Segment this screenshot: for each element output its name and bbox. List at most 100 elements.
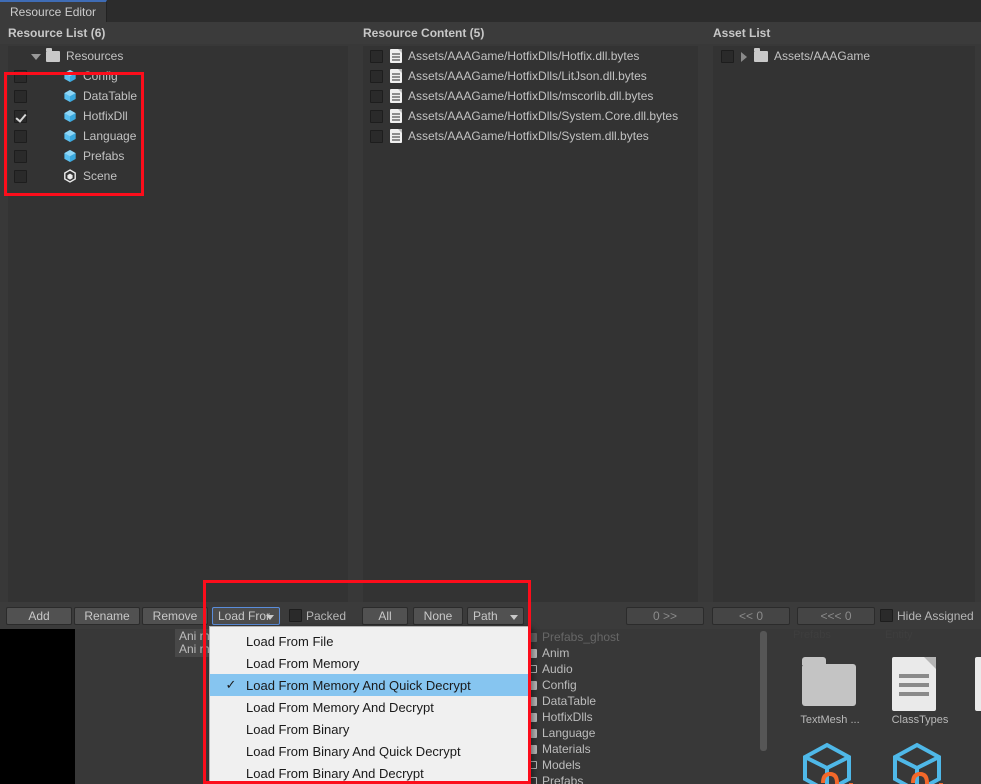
menu-item-load-from[interactable]: Load From Binary [210,718,530,740]
thumbnail-label-classtypes: ClassTypes [891,714,949,726]
menu-item-load-from[interactable]: Load From File [210,630,530,652]
document-icon [892,657,936,711]
project-tree-row[interactable]: HotfixDlls [525,709,775,725]
resource-list-checkbox[interactable] [14,149,27,163]
hide-assigned-label: Hide Assigned [897,609,974,623]
remove-button-label: Remove [152,609,198,623]
menu-item-load-from[interactable]: ✓ Load From Memory And Quick Decrypt [210,674,530,696]
packed-label: Packed [306,609,347,623]
resource-content-row[interactable]: Assets/AAAGame/HotfixDlls/mscorlib.dll.b… [363,86,698,106]
resource-list-row[interactable]: Language [8,126,348,146]
menu-item-load-from[interactable]: Load From Memory [210,652,530,674]
chevron-down-icon [510,615,518,620]
back-page-button[interactable]: << 0 [712,607,790,625]
resource-content-row[interactable]: Assets/AAAGame/HotfixDlls/Hotfix.dll.byt… [363,46,698,66]
menu-item-label: Load From Memory And Quick Decrypt [246,677,471,693]
project-tree-row-label: Materials [542,742,591,756]
none-button-label: None [423,609,453,623]
resource-list-checkbox[interactable] [14,169,27,183]
project-tree-row-label: HotfixDlls [542,710,593,724]
menu-item-label: Load From Binary And Decrypt [246,765,424,781]
project-tree-row[interactable]: Config [525,677,775,693]
thumbnail-folder-icon[interactable] [802,657,856,706]
resource-content-row[interactable]: Assets/AAAGame/HotfixDlls/LitJson.dll.by… [363,66,698,86]
resource-content-checkbox[interactable] [370,89,383,103]
project-view-scrollbar[interactable] [760,631,767,751]
load-from-dropdown-menu[interactable]: Load From File Load From Memory ✓ Load From… [209,626,531,784]
resource-editor-window: Resource Editor Resource List (6) Resour… [0,0,981,784]
menu-item-load-from[interactable]: Load From Binary And Decrypt [210,762,530,784]
prefab-icon [63,149,77,163]
project-tree-row[interactable]: Language [525,725,775,741]
resource-list-checkbox[interactable] [14,109,27,123]
project-tree-row[interactable]: DataTable [525,693,775,709]
ghost-header-2: Entity [885,629,913,641]
resource-list-row[interactable]: DataTable [8,86,348,106]
resource-content-row[interactable]: Assets/AAAGame/HotfixDlls/System.Core.dl… [363,106,698,126]
resource-list-panel[interactable]: Resources Config DataTable HotfixDll Langua… [8,46,348,602]
file-icon [390,109,402,123]
thumbnail-document-icon-partial[interactable] [975,657,981,711]
asset-list-checkbox[interactable] [721,49,734,63]
resource-list-checkbox[interactable] [14,129,27,143]
path-dropdown[interactable]: Path [467,607,524,625]
resource-list-checkbox[interactable] [14,69,27,83]
resource-list-row[interactable]: Scene [8,166,348,186]
resource-content-row[interactable]: Assets/AAAGame/HotfixDlls/System.dll.byt… [363,126,698,146]
resource-list-checkbox[interactable] [14,89,27,103]
path-dropdown-label: Path [473,609,498,623]
hide-assigned-checkbox[interactable] [880,609,893,622]
prefab-icon [63,109,77,123]
menu-item-load-from[interactable]: Load From Binary And Quick Decrypt [210,740,530,762]
project-tree-row[interactable]: Prefabs_ghost [525,629,775,645]
rename-button[interactable]: Rename [74,607,140,625]
thumbnail-document-icon[interactable] [892,657,936,711]
project-tree-row[interactable]: Anim [525,645,775,661]
tree-root-label: Resources [66,49,124,63]
project-tree-row[interactable]: Materials [525,741,775,757]
back-all-page-button[interactable]: <<< 0 [797,607,875,625]
chevron-down-icon[interactable] [30,51,41,62]
resource-content-row-label: Assets/AAAGame/HotfixDlls/LitJson.dll.by… [408,69,647,83]
resource-content-checkbox[interactable] [370,109,383,123]
project-tree-row-label: DataTable [542,694,597,708]
resource-content-checkbox[interactable] [370,49,383,63]
project-tree-row[interactable]: Audio [525,661,775,677]
resource-list-row[interactable]: HotfixDll [8,106,348,126]
asset-list-panel[interactable]: Assets/AAAGame [713,46,975,602]
menu-item-label: Load From Memory And Decrypt [246,699,434,715]
forward-page-label: 0 >> [652,609,678,623]
packed-checkbox[interactable] [289,609,302,622]
resource-list-row[interactable]: Config [8,66,348,86]
asset-list-items: Assets/AAAGame [713,46,975,66]
load-from-dropdown[interactable]: Load Fror [212,607,280,625]
tree-row-root[interactable]: Resources [8,46,348,66]
tab-resource-editor[interactable]: Resource Editor [0,0,108,22]
project-tree-row[interactable]: Prefabs [525,773,775,784]
none-button[interactable]: None [413,607,463,625]
project-tree-row-label: Models [542,758,581,772]
resource-content-panel[interactable]: Assets/AAAGame/HotfixDlls/Hotfix.dll.byt… [363,46,698,602]
resource-list-row-label: Scene [83,169,118,183]
chevron-right-icon[interactable] [738,51,749,62]
rename-button-label: Rename [84,609,130,623]
asset-list-row[interactable]: Assets/AAAGame [713,46,975,66]
resource-list-row-label: Language [83,129,137,143]
project-tree-row-label: Audio [542,662,573,676]
unity-scene-icon [63,169,77,183]
add-button[interactable]: Add [6,607,72,625]
project-tree-row[interactable]: Models [525,757,775,773]
menu-item-load-from[interactable]: Load From Memory And Decrypt [210,696,530,718]
file-icon [390,49,402,63]
all-button[interactable]: All [362,607,408,625]
forward-page-button[interactable]: 0 >> [626,607,704,625]
resource-list-row[interactable]: Prefabs [8,146,348,166]
resource-content-checkbox[interactable] [370,129,383,143]
resource-content-checkbox[interactable] [370,69,383,83]
resource-content-header-label: Resource Content (5) [363,26,485,40]
remove-button[interactable]: Remove [142,607,208,625]
project-view-tree[interactable]: Prefabs_ghost Anim Audio Config DataTable Hot… [525,629,775,784]
menu-item-label: Load From Binary [246,721,350,737]
project-view-asset-grid[interactable]: Prefabs Entity TextMesh ... ClassTypes [775,629,981,784]
prefab-icon [63,129,77,143]
